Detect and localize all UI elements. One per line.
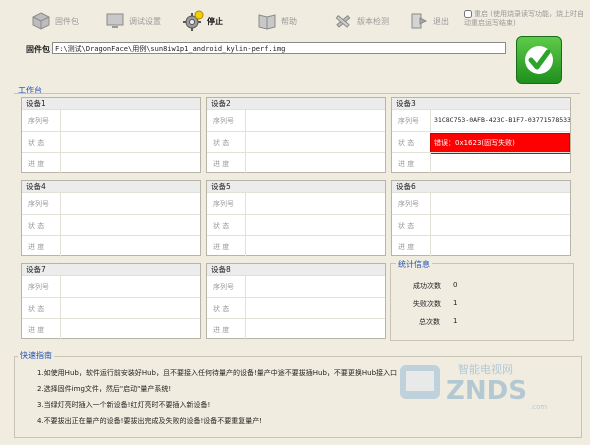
serial-value [60,193,200,214]
version-check-button[interactable]: 版本检测 [332,8,389,34]
stop-button-label: 停止 [207,16,223,26]
serial-value: 31C8C753-0AFB-423C-B1F7-037715785330 [430,110,570,131]
progress-label: 进 度 [28,160,45,168]
serial-label: 序列号 [213,117,234,125]
serial-label: 序列号 [213,283,234,291]
work-group-title: 工作台 [18,86,42,95]
status-value [60,215,200,236]
serial-label: 序列号 [213,200,234,208]
stats-panel: 成功次数 0 失败次数 1 总次数 1 [390,263,574,341]
progress-label: 进 度 [28,326,45,334]
work-group-divider [14,93,580,94]
serial-label: 序列号 [28,283,49,291]
status-value [60,132,200,153]
progress-value [60,319,200,340]
status-error-value: 错误：0x1623(固写失败) [430,133,570,154]
success-count-value: 0 [453,281,458,289]
restart-checkbox[interactable] [464,10,472,18]
fail-count-label: 失败次数 [413,300,441,308]
quick-guide-title: 快速指南 [18,350,54,361]
device-card-8: 设备8 序列号 状 态 进 度 [206,263,386,340]
exit-icon [408,10,430,32]
firmware-path-field[interactable]: F:\测试\DragonFace\用例\sun8iw1p1_android_ky… [52,42,506,54]
serial-label: 序列号 [398,117,419,125]
serial-value [245,193,385,214]
progress-value [245,153,385,174]
progress-value [430,236,570,257]
stop-button[interactable]: 停止 [182,8,223,34]
help-button[interactable]: 帮助 [256,8,297,34]
debug-settings-label: 调试设置 [129,16,161,26]
device-card-6: 设备6 序列号 状 态 进 度 [391,180,571,257]
progress-value [60,236,200,257]
total-count-label: 总次数 [419,318,440,326]
status-label: 状 态 [213,222,230,230]
status-label: 状 态 [28,305,45,313]
fail-count-value: 1 [453,299,458,307]
success-count-label: 成功次数 [413,282,441,290]
quick-guide-panel: 1.如使用Hub，软件运行前安装好Hub，且不要接入任何待量产的设备!量产中途不… [14,356,582,438]
status-ok-indicator [516,36,562,84]
book-icon [256,10,278,32]
toolbar: 固件包 调试设置 停止 帮助 版本检测 退出 重启 (使用烧录读写功能，烧上时自… [0,0,590,42]
progress-label: 进 度 [213,326,230,334]
status-value [245,215,385,236]
progress-value [245,236,385,257]
status-label: 状 态 [213,139,230,147]
device-card-1: 设备1 序列号 状 态 进 度 [21,97,201,174]
exit-button[interactable]: 退出 [408,8,449,34]
status-label: 状 态 [398,139,415,147]
progress-label: 进 度 [213,243,230,251]
progress-label: 进 度 [213,160,230,168]
guide-item-2: 2.选择固件img文件，然后"启动"量产系统! [37,385,172,393]
check-icon [525,46,553,74]
progress-value [430,153,570,174]
device-card-7: 设备7 序列号 状 态 进 度 [21,263,201,340]
device-card-3: 设备3 序列号 31C8C753-0AFB-423C-B1F7-037715785… [391,97,571,174]
serial-value [245,276,385,297]
restart-option[interactable]: 重启 (使用烧录读写功能，烧上时自动重启运写结束) [464,10,584,28]
firmware-button-label: 固件包 [55,16,79,26]
debug-settings-button[interactable]: 调试设置 [104,8,161,34]
status-value [245,132,385,153]
restart-label: 重启 (使用烧录读写功能，烧上时自动重启运写结束) [464,10,584,27]
progress-label: 进 度 [28,243,45,251]
serial-value [430,193,570,214]
serial-value [60,110,200,131]
gear-icon [182,10,204,32]
version-check-label: 版本检测 [357,16,389,26]
progress-label: 进 度 [398,160,415,168]
status-value [245,298,385,319]
device-card-2: 设备2 序列号 状 态 进 度 [206,97,386,174]
status-value [430,215,570,236]
firmware-path-label: 固件包 [26,45,50,54]
exit-button-label: 退出 [433,16,449,26]
progress-value [245,319,385,340]
firmware-button[interactable]: 固件包 [30,8,79,34]
serial-label: 序列号 [398,200,419,208]
status-label: 状 态 [28,139,45,147]
serial-value [245,110,385,131]
progress-value [60,153,200,174]
stats-title: 统计信息 [396,259,432,270]
serial-label: 序列号 [28,200,49,208]
guide-item-3: 3.当绿灯亮时插入一个新设备!红灯亮时不要插入新设备! [37,401,211,409]
serial-label: 序列号 [28,117,49,125]
progress-label: 进 度 [398,243,415,251]
status-value [60,298,200,319]
help-button-label: 帮助 [281,16,297,26]
total-count-value: 1 [453,317,458,325]
tools-icon [332,10,354,32]
cube-icon [30,10,52,32]
device-card-4: 设备4 序列号 状 态 进 度 [21,180,201,257]
status-label: 状 态 [28,222,45,230]
monitor-icon [104,10,126,32]
serial-value [60,276,200,297]
guide-item-4: 4.不要拔出正在量产的设备!要拔出完成及失败的设备!设备不要重复量产! [37,417,263,425]
status-label: 状 态 [398,222,415,230]
device-card-5: 设备5 序列号 状 态 进 度 [206,180,386,257]
guide-item-1: 1.如使用Hub，软件运行前安装好Hub，且不要接入任何待量产的设备!量产中途不… [37,369,398,377]
status-label: 状 态 [213,305,230,313]
